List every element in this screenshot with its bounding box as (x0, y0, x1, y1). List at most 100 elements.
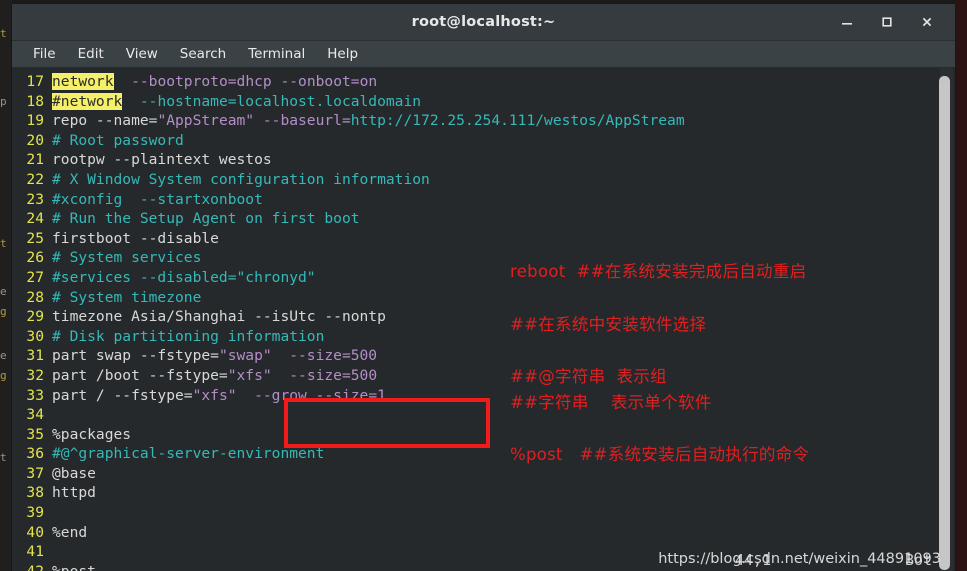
code-token: # System services (52, 249, 202, 267)
annotation-note: ##字符串 表示单个软件 (510, 393, 712, 412)
line-number: 21 (26, 151, 44, 169)
line-number: 19 (26, 112, 44, 130)
line-number: 33 (26, 386, 44, 404)
code-line[interactable]: 20 # Root password (12, 131, 955, 151)
scrollbar[interactable] (939, 68, 953, 571)
line-number: 24 (26, 210, 44, 228)
code-line[interactable]: 32 part /boot --fstype="xfs" --size=500 (12, 366, 955, 386)
code-token: part swap --fstype= (52, 347, 219, 365)
code-token: part /boot --fstype= (52, 366, 228, 384)
code-token: # X Window System configuration informat… (52, 170, 430, 188)
menu-item-help[interactable]: Help (316, 43, 369, 65)
code-line[interactable]: 19 repo --name="AppStream" --baseurl=http… (12, 111, 955, 131)
code-line[interactable]: 26 # System services (12, 248, 955, 268)
window-title: root@localhost:~ (411, 14, 556, 30)
code-line[interactable]: 33 part / --fstype="xfs" --grow --size=1 (12, 386, 955, 406)
code-token: --hostname=localhost.localdomain (122, 92, 422, 110)
menu-item-edit[interactable]: Edit (67, 43, 115, 65)
scrollbar-thumb[interactable] (939, 76, 950, 570)
menu-item-search[interactable]: Search (169, 43, 237, 65)
code-token: --baseurl= (254, 112, 351, 130)
code-line[interactable]: 38 httpd (12, 483, 955, 503)
line-number: 23 (26, 190, 44, 208)
code-token: "xfs" (192, 386, 237, 404)
code-line[interactable]: 17 network --bootproto=dhcp --onboot=on (12, 72, 955, 92)
code-line[interactable]: 18 #network --hostname=localhost.localdom… (12, 92, 955, 112)
menu-item-view[interactable]: View (115, 43, 169, 65)
code-token: repo --name= (52, 112, 158, 130)
desktop-background-text: p (0, 96, 7, 108)
code-token: "AppStream" (157, 112, 255, 130)
desktop-left-edge: tptegegt (0, 0, 12, 571)
maximize-icon[interactable] (867, 4, 907, 40)
code-line[interactable]: 35 %packages (12, 425, 955, 445)
code-token: # System timezone (52, 288, 202, 306)
code-line[interactable]: 36 #@^graphical-server-environment (12, 444, 955, 464)
code-line[interactable]: 30 # Disk partitioning information (12, 327, 955, 347)
code-line[interactable]: 40 %end (12, 523, 955, 543)
code-line[interactable]: 39 (12, 503, 955, 523)
code-token: part / --fstype= (52, 386, 193, 404)
code-line[interactable]: 27 #services --disabled="chronyd" (12, 268, 955, 288)
close-icon[interactable] (907, 4, 947, 40)
code-token: --bootproto= (113, 73, 237, 90)
code-line[interactable]: 34 (12, 405, 955, 425)
code-line[interactable]: 29 timezone Asia/Shanghai --isUtc --nontp (12, 307, 955, 327)
line-number: 35 (26, 425, 44, 443)
code-token: on (359, 73, 378, 90)
line-number: 29 (26, 308, 44, 326)
line-number: 30 (26, 327, 44, 345)
menu-bar: File Edit View Search Terminal Help (12, 41, 955, 68)
menu-item-terminal[interactable]: Terminal (237, 43, 316, 65)
code-line[interactable]: 37 @base (12, 464, 955, 484)
desktop-background-text: g (0, 370, 7, 382)
line-number: 39 (26, 504, 44, 522)
search-match-highlight: #network (52, 92, 123, 110)
search-match-highlight: network (52, 73, 114, 90)
line-number: 26 (26, 249, 44, 267)
code-line[interactable]: 22 # X Window System configuration inform… (12, 170, 955, 190)
desktop-background-text: t (0, 452, 7, 464)
code-line[interactable]: 28 # System timezone (12, 288, 955, 308)
desktop-background-text: e (0, 350, 7, 362)
code-line[interactable]: 24 # Run the Setup Agent on first boot (12, 209, 955, 229)
title-bar[interactable]: root@localhost:~ (12, 4, 955, 41)
annotation-note: %post ##系统安装后自动执行的命令 (510, 445, 810, 464)
line-number: 38 (26, 484, 44, 502)
code-token: #@^graphical-server-environment (52, 445, 325, 463)
code-token: # Disk partitioning information (52, 327, 325, 345)
code-token: %end (52, 523, 88, 541)
terminal-content[interactable]: 17 network --bootproto=dhcp --onboot=on 18… (12, 68, 955, 571)
code-line[interactable]: 23 #xconfig --startxonboot (12, 190, 955, 210)
menu-item-file[interactable]: File (22, 43, 67, 65)
line-number: 18 (26, 92, 44, 110)
line-number: 28 (26, 288, 44, 306)
line-number: 17 (26, 73, 44, 90)
code-token: @base (52, 464, 96, 482)
code-line[interactable]: 25 firstboot --disable (12, 229, 955, 249)
annotation-note: ##@字符串 表示组 (510, 367, 667, 386)
code-token: --size=500 (271, 366, 378, 384)
line-number: 34 (26, 406, 44, 424)
line-number: 32 (26, 366, 44, 384)
line-number: 36 (26, 445, 44, 463)
annotation-note: ##在系统中安装软件选择 (510, 315, 707, 334)
code-token: rootpw --plaintext westos (52, 151, 272, 169)
minimize-icon[interactable] (827, 4, 867, 40)
desktop-right-edge (955, 0, 967, 571)
code-token: --grow --size=1 (236, 386, 386, 404)
vim-editor-buffer[interactable]: 17 network --bootproto=dhcp --onboot=on 18… (12, 68, 955, 571)
code-token: dhcp (236, 73, 272, 90)
desktop-background-text: t (0, 238, 7, 250)
annotation-note: reboot ##在系统安装完成后自动重启 (510, 262, 807, 281)
window-controls (827, 4, 947, 40)
code-token: #xconfig --startxonboot (52, 190, 263, 208)
terminal-window: root@localhost:~ File Edit View Search Termi… (12, 4, 955, 571)
code-line[interactable]: 31 part swap --fstype="swap" --size=500 (12, 346, 955, 366)
code-line[interactable]: 21 rootpw --plaintext westos (12, 150, 955, 170)
code-token: timezone Asia/Shanghai --isUtc --nontp (52, 308, 386, 326)
code-token: "swap" (218, 347, 272, 365)
code-token: # Run the Setup Agent on first boot (52, 210, 360, 228)
code-token: httpd (52, 484, 96, 502)
code-token: --onboot= (271, 73, 360, 90)
